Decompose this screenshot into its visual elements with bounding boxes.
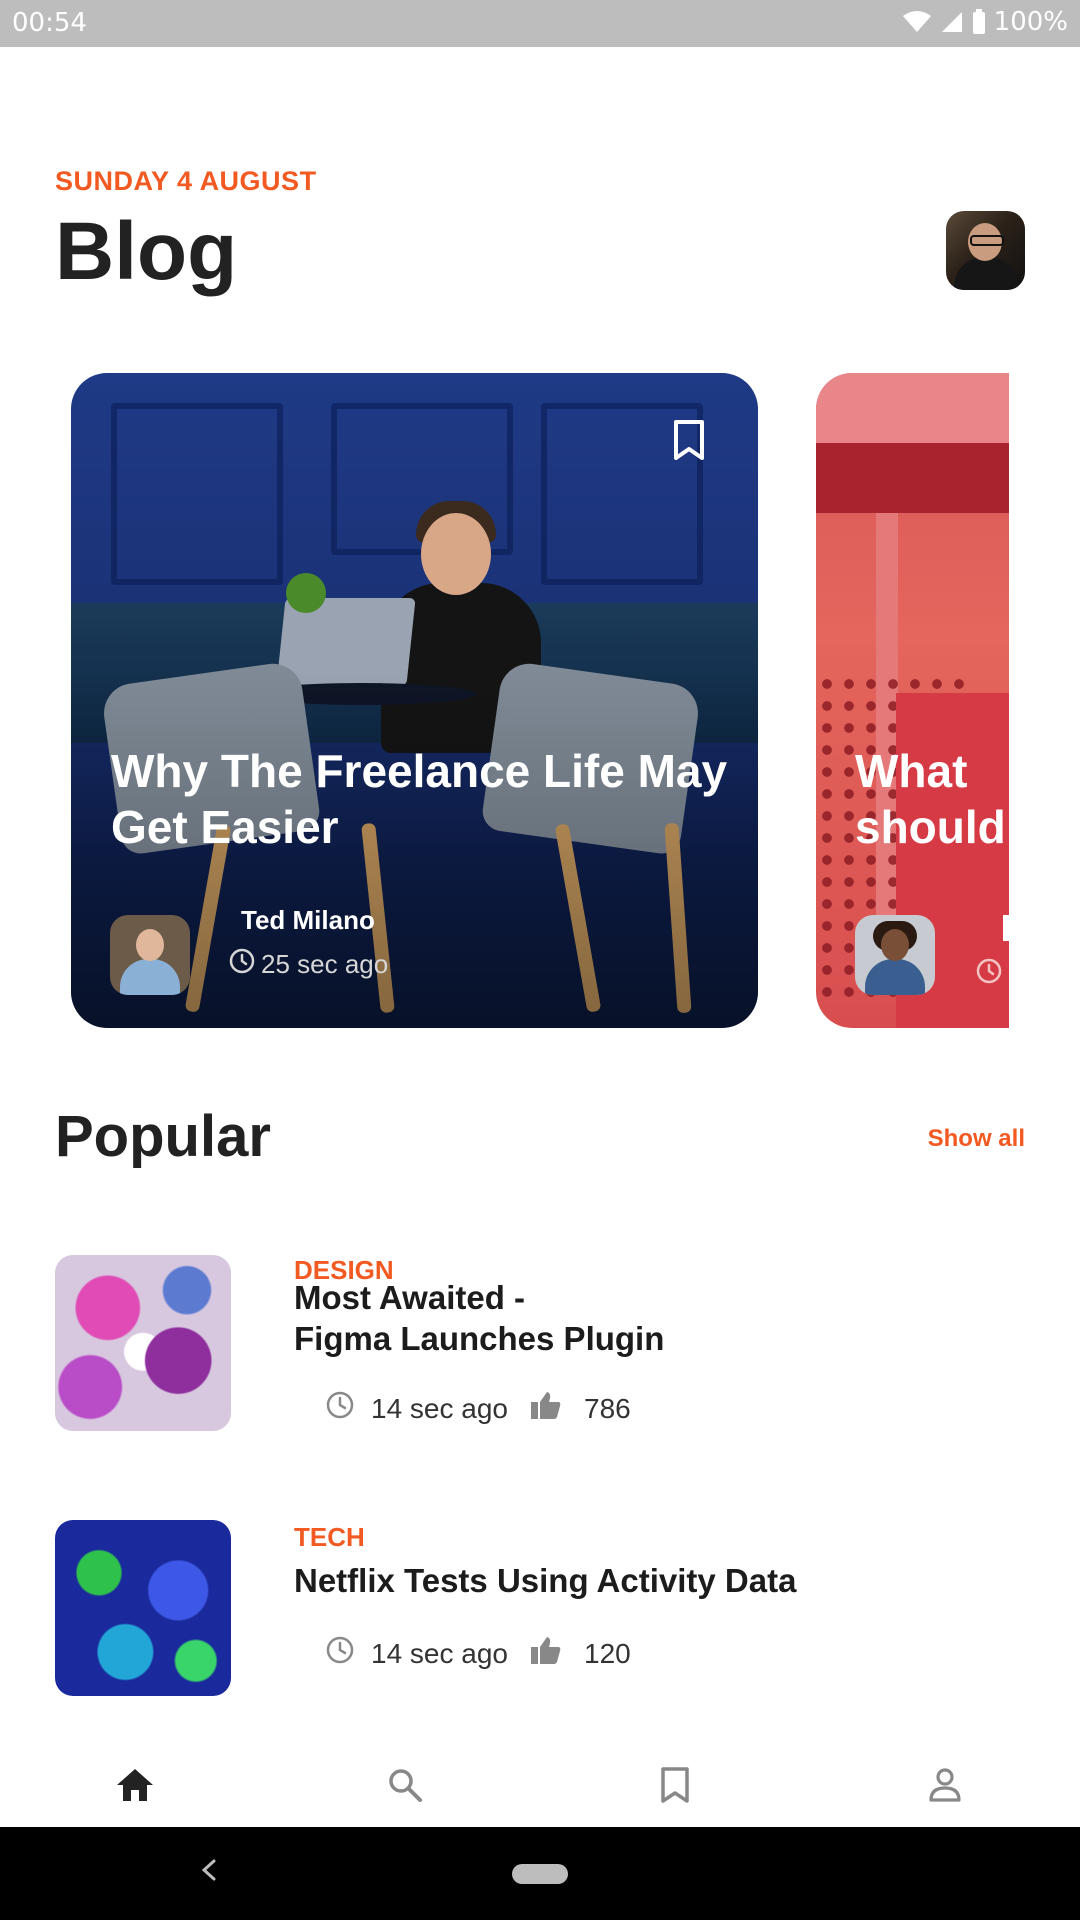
featured-card[interactable]: Why The Freelance Life May Get Easier Te… — [71, 373, 758, 1028]
search-icon — [387, 1767, 423, 1808]
card-title: What should — [855, 743, 1009, 855]
signal-icon — [940, 10, 964, 34]
post-title-line: Most Awaited - — [294, 1279, 526, 1316]
clock-icon — [976, 958, 1002, 989]
author-avatar — [855, 915, 935, 995]
post-time: 25 sec ago — [229, 948, 388, 981]
card-title-line: What — [855, 745, 968, 797]
nav-home[interactable] — [105, 1757, 165, 1817]
section-title: Popular — [55, 1104, 271, 1169]
back-icon[interactable] — [196, 1855, 220, 1890]
post-thumbnail — [55, 1520, 231, 1696]
clock-icon — [325, 1635, 355, 1672]
post-title: Most Awaited - Figma Launches Plugin — [294, 1277, 994, 1359]
post-thumbnail — [55, 1255, 231, 1431]
home-icon — [115, 1767, 155, 1808]
page-title: Blog — [55, 206, 238, 297]
bookmark-icon — [660, 1766, 690, 1809]
post-time: 14 sec ago — [371, 1637, 508, 1669]
author-avatar — [110, 915, 190, 995]
featured-card-next[interactable]: What should — [816, 373, 1009, 1028]
post-title-line: Figma Launches Plugin — [294, 1320, 665, 1357]
battery-icon — [972, 9, 986, 35]
thumbs-up-icon[interactable] — [530, 1635, 562, 1672]
card-title-line: should — [855, 801, 1006, 853]
nav-profile[interactable] — [915, 1757, 975, 1817]
like-count: 786 — [584, 1392, 631, 1424]
post-meta: 14 sec ago 120 — [325, 1635, 631, 1672]
post-meta: 14 sec ago 786 — [325, 1390, 631, 1427]
show-all-link[interactable]: Show all — [928, 1125, 1025, 1153]
clock-icon — [325, 1390, 355, 1427]
status-bar: 00:54 100% — [0, 0, 1080, 47]
like-count: 120 — [584, 1637, 631, 1669]
status-time: 00:54 — [12, 8, 87, 38]
bottom-nav — [0, 1745, 1080, 1827]
author-name-partial — [1003, 915, 1009, 941]
post-title: Netflix Tests Using Activity Data — [294, 1562, 797, 1599]
thumbs-up-icon[interactable] — [530, 1390, 562, 1427]
list-item[interactable]: TECH Netflix Tests Using Activity Data 1… — [55, 1520, 1025, 1700]
post-category: TECH — [294, 1522, 365, 1552]
card-image-lamp-shade — [816, 443, 1009, 513]
post-time: 14 sec ago — [371, 1392, 508, 1424]
list-item[interactable]: DESIGN Most Awaited - Figma Launches Plu… — [55, 1255, 1025, 1435]
status-icons: 100% — [902, 7, 1068, 37]
author-name: Ted Milano — [241, 905, 375, 935]
wifi-icon — [902, 10, 932, 34]
profile-avatar[interactable] — [946, 211, 1025, 290]
date-label: SUNDAY 4 AUGUST — [55, 166, 317, 196]
post-time-text: 25 sec ago — [261, 949, 389, 979]
bookmark-icon[interactable] — [672, 419, 706, 466]
clock-icon — [229, 948, 255, 981]
system-nav-bar — [0, 1827, 1080, 1920]
battery-percent: 100% — [993, 7, 1068, 37]
nav-bookmarks[interactable] — [645, 1757, 705, 1817]
profile-icon — [927, 1767, 963, 1808]
home-pill[interactable] — [512, 1864, 568, 1884]
card-title: Why The Freelance Life May Get Easier — [111, 745, 728, 853]
nav-search[interactable] — [375, 1757, 435, 1817]
